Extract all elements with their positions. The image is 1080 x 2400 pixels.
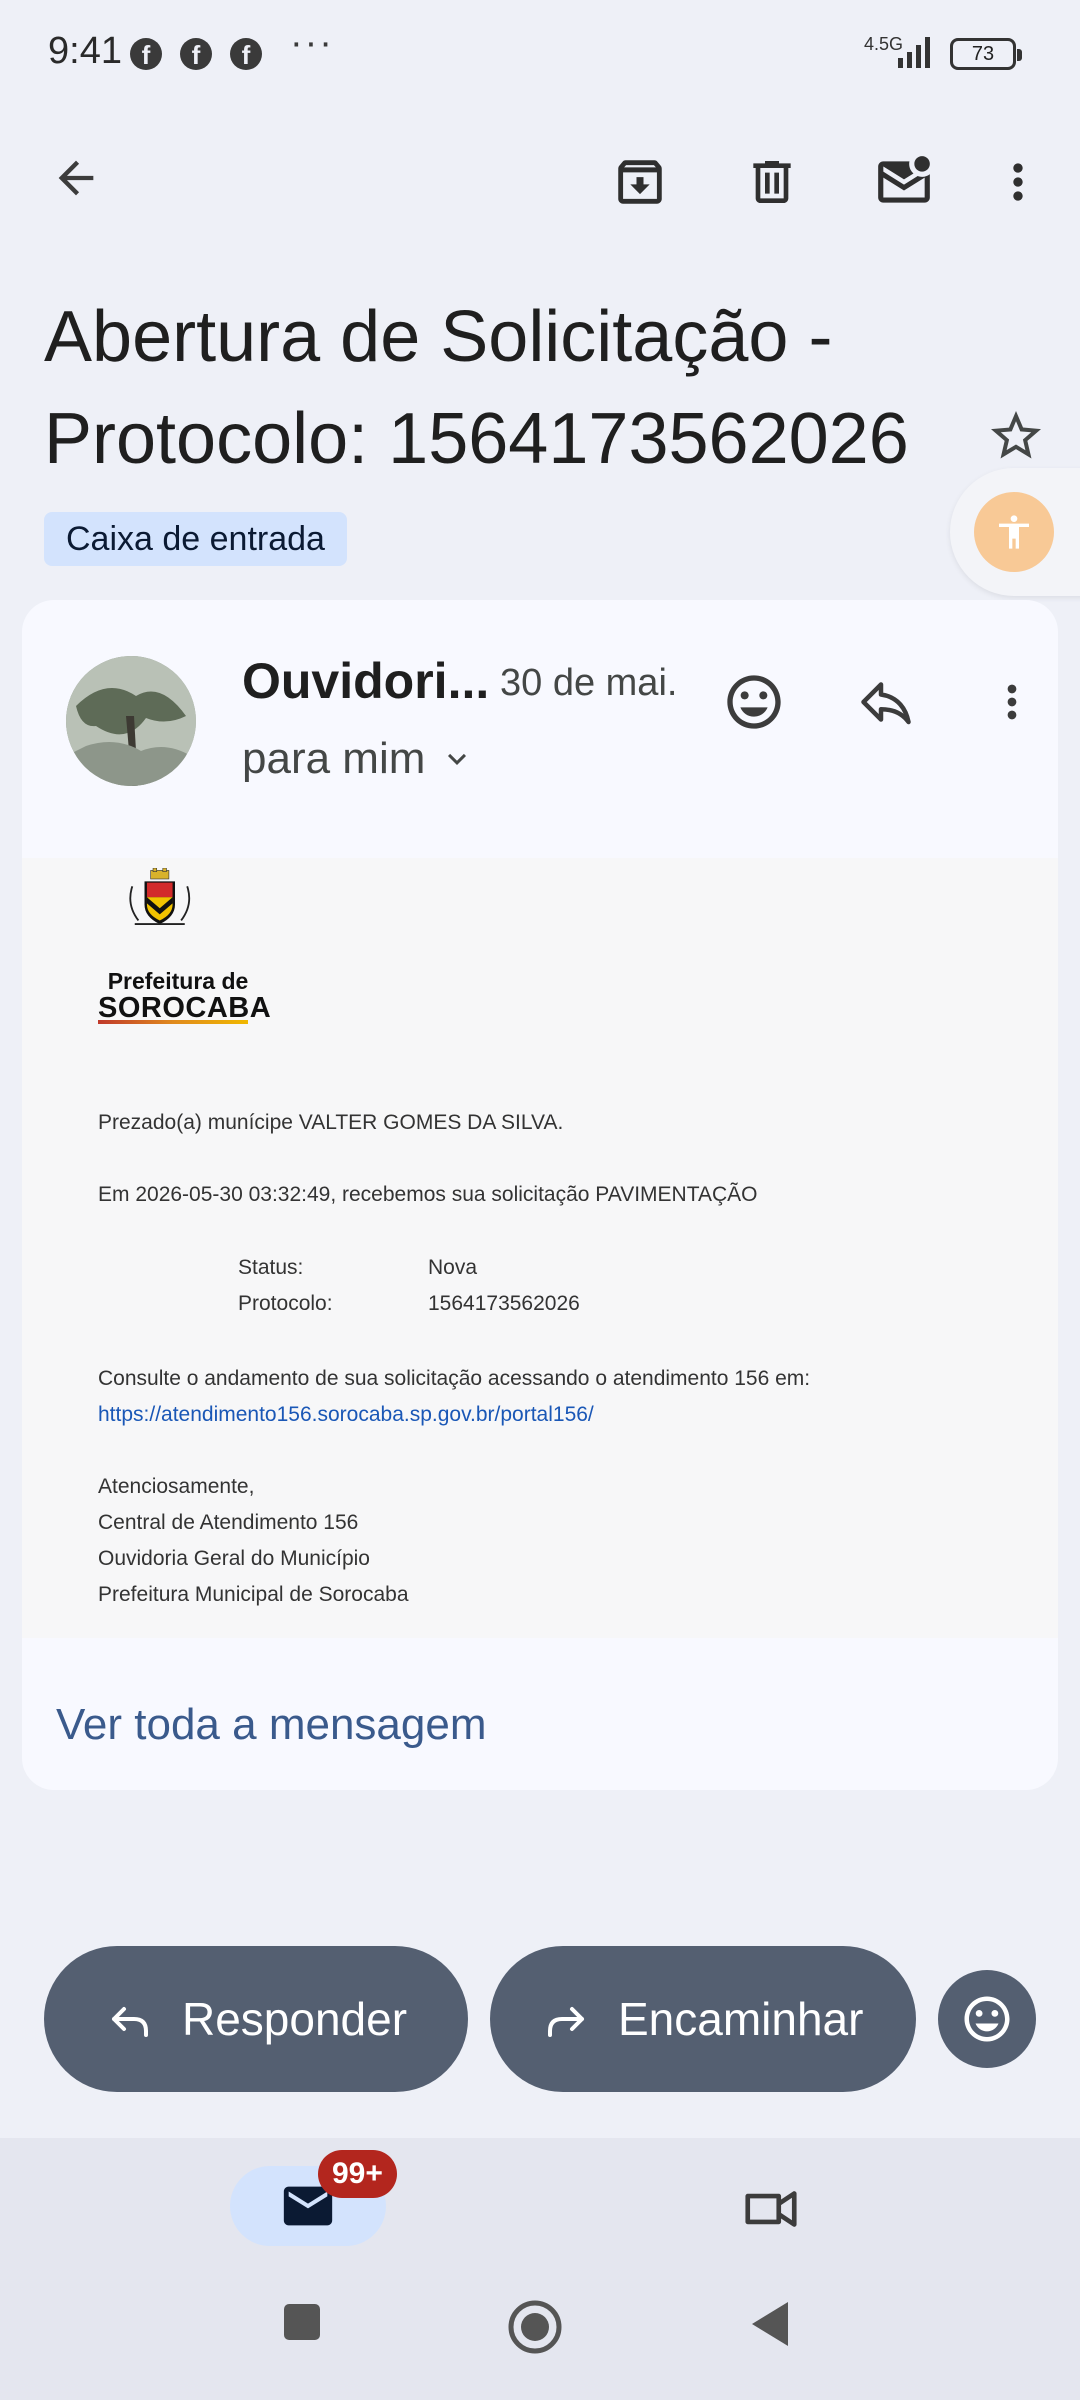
signature-line-2: Central de Atendimento 156 xyxy=(98,1511,359,1534)
received-text: Em 2026-05-30 03:32:49, recebemos sua so… xyxy=(98,1183,758,1206)
more-notifications-icon: ··· xyxy=(290,22,334,64)
reply-icon xyxy=(861,682,911,725)
video-camera-icon xyxy=(745,2191,797,2227)
portal-link[interactable]: https://atendimento156.sorocaba.sp.gov.b… xyxy=(98,1400,594,1430)
recents-button[interactable] xyxy=(278,2298,326,2346)
signature-line-1: Atenciosamente, xyxy=(98,1475,255,1498)
recipient-details-toggle[interactable]: para mim xyxy=(242,734,475,784)
star-button[interactable] xyxy=(984,404,1048,468)
sender-avatar[interactable] xyxy=(66,656,196,786)
reply-button[interactable]: Responder xyxy=(44,1946,468,2092)
email-body: Prefeitura de SOROCABA Prezado(a) muníci… xyxy=(22,858,1058,1638)
more-options-button[interactable] xyxy=(990,146,1046,218)
signal-icon xyxy=(898,37,930,68)
message-date: 30 de mai. xyxy=(500,662,678,704)
arrow-left-icon xyxy=(58,160,94,196)
unread-count-badge: 99+ xyxy=(318,2150,397,2198)
city-coat-of-arms-logo xyxy=(129,868,191,926)
consult-text: Consulte o andamento de sua solicitação … xyxy=(98,1367,811,1390)
protocol-label: Protocolo: xyxy=(238,1292,333,1315)
signature-line-4: Prefeitura Municipal de Sorocaba xyxy=(98,1583,409,1606)
status-time: 9:41 xyxy=(48,30,122,72)
accessibility-icon xyxy=(999,515,1029,549)
react-emoji-button[interactable] xyxy=(938,1970,1036,2068)
facebook-icon: f xyxy=(180,38,212,70)
facebook-icon: f xyxy=(230,38,262,70)
more-vert-icon xyxy=(1007,684,1017,720)
message-card: Ouvidori... 30 de mai. para mim Prefeitu… xyxy=(22,600,1058,1790)
more-vert-icon xyxy=(1013,163,1023,201)
reply-icon-button[interactable] xyxy=(846,662,926,742)
home-button[interactable] xyxy=(506,2298,564,2356)
message-more-button[interactable] xyxy=(984,662,1040,742)
forward-button[interactable]: Encaminhar xyxy=(490,1946,916,2092)
forward-icon xyxy=(542,1995,590,2043)
mark-unread-button[interactable] xyxy=(866,146,942,218)
delete-button[interactable] xyxy=(736,146,808,218)
email-subject: Abertura de Solicitação - Protocolo: 156… xyxy=(44,286,924,490)
accessibility-button[interactable] xyxy=(974,492,1054,572)
battery-icon: 73 xyxy=(950,38,1022,70)
greeting-text: Prezado(a) munícipe VALTER GOMES DA SILV… xyxy=(98,1111,564,1134)
archive-button[interactable] xyxy=(604,146,676,218)
mail-unread-icon xyxy=(878,156,930,203)
protocol-value: 1564173562026 xyxy=(428,1292,580,1315)
nav-meet-tab[interactable] xyxy=(740,2178,802,2245)
tree-photo-icon xyxy=(66,656,196,786)
bottom-navigation: 99+ xyxy=(0,2138,1080,2400)
logo-color-bar xyxy=(98,1020,248,1024)
subject-line-1: Abertura de Solicitação - xyxy=(44,297,833,377)
emoji-icon xyxy=(727,675,781,729)
signature-line-3: Ouvidoria Geral do Município xyxy=(98,1547,370,1570)
star-icon xyxy=(991,411,1041,459)
subject-line-2: Protocolo: 1564173562026 xyxy=(44,399,909,479)
forward-label: Encaminhar xyxy=(618,1993,864,2045)
inbox-label-chip[interactable]: Caixa de entrada xyxy=(44,512,347,566)
chevron-down-icon xyxy=(448,753,467,765)
add-reaction-button[interactable] xyxy=(714,662,794,742)
battery-level: 73 xyxy=(971,43,995,65)
trash-icon xyxy=(753,161,791,203)
facebook-icon: f xyxy=(130,38,162,70)
back-nav-button[interactable] xyxy=(748,2298,792,2350)
reply-label: Responder xyxy=(182,1993,408,2045)
recipient-label: para mim xyxy=(242,734,426,783)
view-full-message-link[interactable]: Ver toda a mensagem xyxy=(56,1700,486,1750)
status-value: Nova xyxy=(428,1256,478,1279)
emoji-icon xyxy=(964,1996,1010,2042)
status-label: Status: xyxy=(238,1256,304,1279)
status-bar: 9:41 f f f ··· 4.5G 73 xyxy=(0,0,1080,110)
back-button[interactable] xyxy=(44,146,108,210)
sender-name[interactable]: Ouvidori... xyxy=(242,652,489,710)
reply-icon xyxy=(106,1995,154,2043)
logo-text-line-1: Prefeitura de xyxy=(107,968,249,994)
archive-icon xyxy=(618,160,662,204)
